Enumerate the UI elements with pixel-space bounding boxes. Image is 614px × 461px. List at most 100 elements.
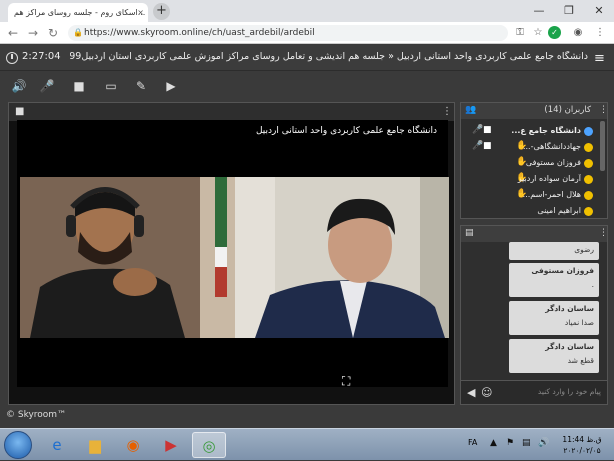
- video-feed-left: [20, 177, 235, 338]
- participants-panel: 👥 کاربران (14) ⋮ 🎤 ■ دانشگاه جامع ع... 🎤…: [460, 102, 608, 219]
- chat-message-text: .: [591, 280, 594, 289]
- user-icon: [584, 175, 593, 184]
- chat-message: رضوی: [509, 242, 599, 260]
- chat-icon: ▤: [465, 228, 474, 238]
- chat-message-text: رضوی: [574, 245, 594, 254]
- browser-tab-bar: اسکای روم - جلسه روسای مراکز هم... × + —…: [0, 0, 614, 22]
- video-panel: ■ ⋮ دانشگاه جامع علمی کاربردی واحد استان…: [8, 102, 455, 405]
- chat-message: ساسان دادگر صدا نمیاد: [509, 301, 599, 335]
- close-window-button[interactable]: ✕: [584, 0, 614, 22]
- chat-message: ساسان دادگر قطع شد: [509, 339, 599, 373]
- participants-title: کاربران (14): [544, 105, 591, 115]
- chat-header: ▤ ⋮: [461, 226, 608, 242]
- clock-time: 11:44 ق.ظ: [562, 435, 602, 444]
- windows-taskbar: e ▆ ◉ ▶ ◎ FA ▲ ⚑ ▤ 🔊 11:44 ق.ظ ۲۰۲۰/۰۲/۰…: [0, 428, 614, 460]
- users-icon: 👥: [465, 105, 477, 115]
- emoji-icon[interactable]: ☺: [481, 386, 492, 399]
- browser-tab[interactable]: اسکای روم - جلسه روسای مراکز هم... ×: [8, 3, 148, 22]
- video-panel-header: ■ ⋮: [9, 103, 454, 121]
- participant-row[interactable]: ابراهیم امینی: [461, 204, 603, 217]
- file-explorer-icon[interactable]: ▆: [78, 432, 112, 458]
- participant-row[interactable]: ✋ آرمان سواده اردبیر: [461, 172, 603, 188]
- chrome-icon[interactable]: ◎: [192, 432, 226, 458]
- chat-panel: ▤ ⋮ رضوی فروزان مستوفی . ساسان دادگر صدا…: [460, 225, 608, 405]
- user-icon: [584, 159, 593, 168]
- hamburger-menu-icon[interactable]: ≡: [594, 51, 605, 66]
- app-footer: © Skyroom™: [0, 408, 614, 424]
- user-icon: [584, 143, 593, 152]
- participant-name: فروزان مستوفی: [525, 158, 581, 167]
- url-input[interactable]: 🔒 https://www.skyroom.online/ch/uast_ard…: [68, 25, 508, 41]
- chat-sender: ساسان دادگر: [545, 342, 594, 351]
- camera-icon[interactable]: ■: [70, 77, 88, 95]
- participant-name: دانشگاه جامع ع...: [511, 126, 581, 135]
- session-timer: 2:27:04: [22, 51, 61, 62]
- user-icon: [584, 207, 593, 216]
- extension-check-icon[interactable]: ✓: [548, 26, 561, 39]
- back-icon[interactable]: ←: [4, 22, 22, 44]
- reload-icon[interactable]: ↻: [44, 22, 62, 44]
- start-button[interactable]: [4, 431, 32, 459]
- camera-active-icon: ■: [483, 125, 492, 135]
- participant-row[interactable]: 🎤 ■ دانشگاه جامع ع...: [461, 124, 603, 140]
- skyroom-brand: © Skyroom™: [6, 410, 67, 420]
- internet-explorer-icon[interactable]: e: [40, 432, 74, 458]
- room-title: دانشگاه جامع علمی کاربردی واحد استانی ار…: [70, 51, 588, 62]
- volume-icon[interactable]: 🔊: [538, 438, 549, 448]
- chat-message-text: قطع شد: [567, 356, 594, 365]
- chat-more-icon[interactable]: ⋮: [599, 228, 608, 238]
- minimize-button[interactable]: —: [524, 0, 554, 22]
- video-stream[interactable]: دانشگاه جامع علمی کاربردی واحد استانی ار…: [17, 120, 449, 389]
- fullscreen-icon[interactable]: ⛶: [342, 374, 350, 389]
- send-icon[interactable]: ◀: [467, 386, 475, 399]
- language-indicator[interactable]: FA: [468, 438, 477, 447]
- user-icon: [584, 191, 593, 200]
- video-overlay-title: دانشگاه جامع علمی کاربردی واحد استانی ار…: [255, 126, 437, 136]
- new-tab-button[interactable]: +: [153, 3, 170, 20]
- participant-row[interactable]: ✋ فروزان مستوفی: [461, 156, 603, 172]
- participant-row[interactable]: 🎤 ■ ✋ جهاددانشگاهی-...: [461, 140, 603, 156]
- forward-icon[interactable]: →: [24, 22, 42, 44]
- mic-active-icon: 🎤: [472, 125, 484, 135]
- speaker-icon[interactable]: 🔊: [10, 77, 28, 95]
- screen-share-icon[interactable]: ▭: [102, 77, 120, 95]
- chat-message-text: صدا نمیاد: [564, 318, 594, 327]
- participant-name: آرمان سواده اردبیر: [517, 174, 581, 183]
- network-icon[interactable]: ▤: [522, 438, 531, 448]
- chat-message: فروزان مستوفی .: [509, 263, 599, 297]
- flag-icon[interactable]: ⚑: [506, 438, 514, 448]
- firefox-icon[interactable]: ◉: [116, 432, 150, 458]
- tab-close-icon[interactable]: ×: [137, 3, 144, 22]
- clock-icon: [6, 52, 18, 64]
- tray-arrow-icon[interactable]: ▲: [490, 438, 497, 448]
- whiteboard-pen-icon[interactable]: ✎: [132, 77, 150, 95]
- chat-sender: فروزان مستوفی: [531, 266, 594, 275]
- media-toolbar: 🔊 🎤 ■ ▭ ✎ ▶: [0, 72, 614, 100]
- chat-input[interactable]: پیام خود را وارد کنید: [497, 387, 601, 396]
- clock-date: ۲۰۲۰/۰۲/۰۵: [563, 446, 601, 455]
- video-more-icon[interactable]: ⋮: [442, 106, 452, 117]
- participants-more-icon[interactable]: ⋮: [599, 105, 608, 115]
- participant-name: ابراهیم امینی: [537, 206, 581, 215]
- presentation-icon[interactable]: ▶: [162, 77, 180, 95]
- browser-menu-icon[interactable]: ⋮: [592, 25, 608, 41]
- maximize-button[interactable]: ❐: [554, 0, 584, 22]
- participant-row[interactable]: ✋ هلال احمر-اسم...: [461, 188, 603, 204]
- participants-header: 👥 کاربران (14) ⋮: [461, 103, 608, 119]
- bookmark-star-icon[interactable]: ☆: [530, 25, 546, 41]
- camera-active-icon: ■: [483, 141, 492, 151]
- taskbar-clock[interactable]: 11:44 ق.ظ ۲۰۲۰/۰۲/۰۵: [560, 434, 604, 456]
- participant-name: هلال احمر-اسم...: [522, 190, 581, 199]
- chat-sender: ساسان دادگر: [545, 304, 594, 313]
- chat-input-bar: ◀ ☺ پیام خود را وارد کنید: [461, 380, 607, 404]
- microphone-icon[interactable]: 🎤: [38, 77, 56, 95]
- system-tray: FA ▲ ⚑ ▤ 🔊 11:44 ق.ظ ۲۰۲۰/۰۲/۰۵: [460, 429, 610, 461]
- mic-active-icon: 🎤: [472, 141, 484, 151]
- address-bar: ← → ↻ 🔒 https://www.skyroom.online/ch/ua…: [0, 22, 614, 44]
- video-camera-icon: ■: [15, 106, 25, 117]
- video-feed-right: [235, 177, 449, 338]
- profile-avatar-icon[interactable]: ◉: [570, 25, 586, 41]
- key-icon[interactable]: ⚿: [512, 25, 528, 41]
- host-user-icon: [584, 127, 593, 136]
- media-player-icon[interactable]: ▶: [154, 432, 188, 458]
